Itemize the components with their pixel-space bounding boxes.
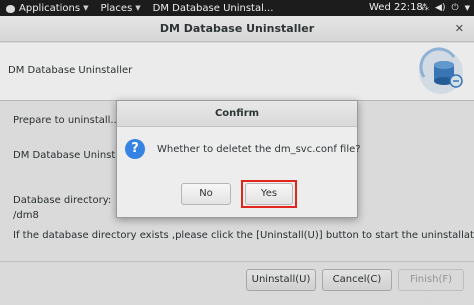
- watermark: CSDN @kouKou_OZ: [401, 295, 470, 303]
- system-tray[interactable]: ⁂ ◀) ⏻ ▼: [420, 0, 470, 16]
- clock[interactable]: Wed 22:18: [369, 0, 423, 16]
- yes-button[interactable]: Yes: [245, 183, 293, 205]
- confirm-dialog: Confirm ? Whether to deletet the dm_svc.…: [116, 100, 361, 218]
- chevron-down-icon: ▼: [83, 4, 89, 12]
- close-icon[interactable]: ✕: [455, 22, 464, 35]
- places-label: Places: [100, 2, 133, 14]
- no-button[interactable]: No: [181, 183, 231, 205]
- network-icon: ⁂: [420, 3, 430, 13]
- dialog-title: Confirm: [117, 101, 357, 127]
- active-app-menu[interactable]: DM Database Uninstal...: [147, 0, 280, 16]
- window-titlebar: DM Database Uninstaller ✕: [0, 16, 474, 42]
- question-icon: ?: [125, 139, 145, 159]
- applications-icon: [6, 4, 15, 13]
- places-menu[interactable]: Places ▼: [94, 0, 146, 16]
- active-app-label: DM Database Uninstal...: [152, 2, 274, 14]
- applications-label: Applications: [19, 2, 81, 14]
- chevron-down-icon: ▼: [135, 4, 141, 12]
- chevron-down-icon: ▼: [464, 4, 470, 12]
- applications-menu[interactable]: Applications ▼: [0, 0, 94, 16]
- power-icon: ⏻: [451, 3, 459, 13]
- window-title: DM Database Uninstaller: [159, 22, 315, 35]
- dialog-message: Whether to deletet the dm_svc.conf file?: [157, 144, 361, 155]
- volume-icon: ◀): [435, 3, 446, 13]
- top-bar: Applications ▼ Places ▼ DM Database Unin…: [0, 0, 474, 16]
